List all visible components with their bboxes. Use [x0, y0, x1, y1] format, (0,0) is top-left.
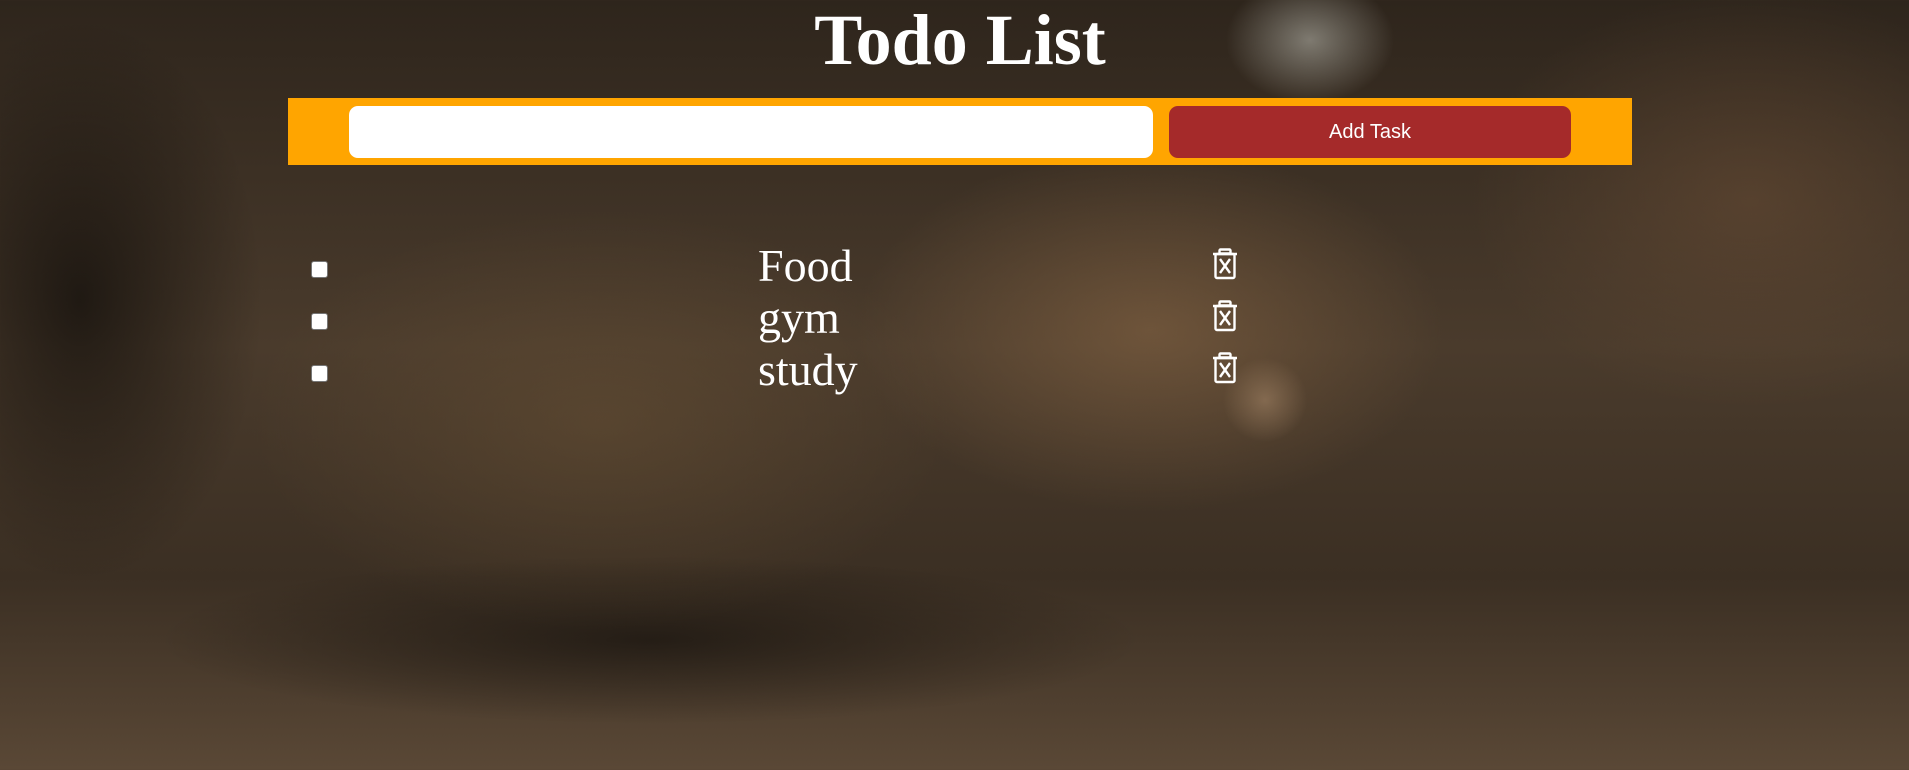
- task-label: study: [758, 344, 858, 395]
- trash-x-icon[interactable]: [1210, 352, 1240, 384]
- task-checkbox[interactable]: [311, 313, 328, 330]
- trash-x-icon[interactable]: [1210, 248, 1240, 280]
- add-task-button[interactable]: Add Task: [1169, 106, 1571, 158]
- task-checkbox[interactable]: [311, 261, 328, 278]
- task-input[interactable]: [349, 106, 1153, 158]
- task-label: gym: [758, 292, 840, 343]
- page-title: Todo List: [814, 0, 1106, 80]
- task-checkbox[interactable]: [311, 365, 328, 382]
- trash-x-icon[interactable]: [1210, 300, 1240, 332]
- task-label: Food: [758, 240, 853, 291]
- task-item: study: [0, 344, 1909, 396]
- task-input-bar: Add Task: [288, 98, 1632, 165]
- task-item: gym: [0, 292, 1909, 344]
- task-item: Food: [0, 240, 1909, 292]
- task-list: Food gym study: [0, 240, 1909, 396]
